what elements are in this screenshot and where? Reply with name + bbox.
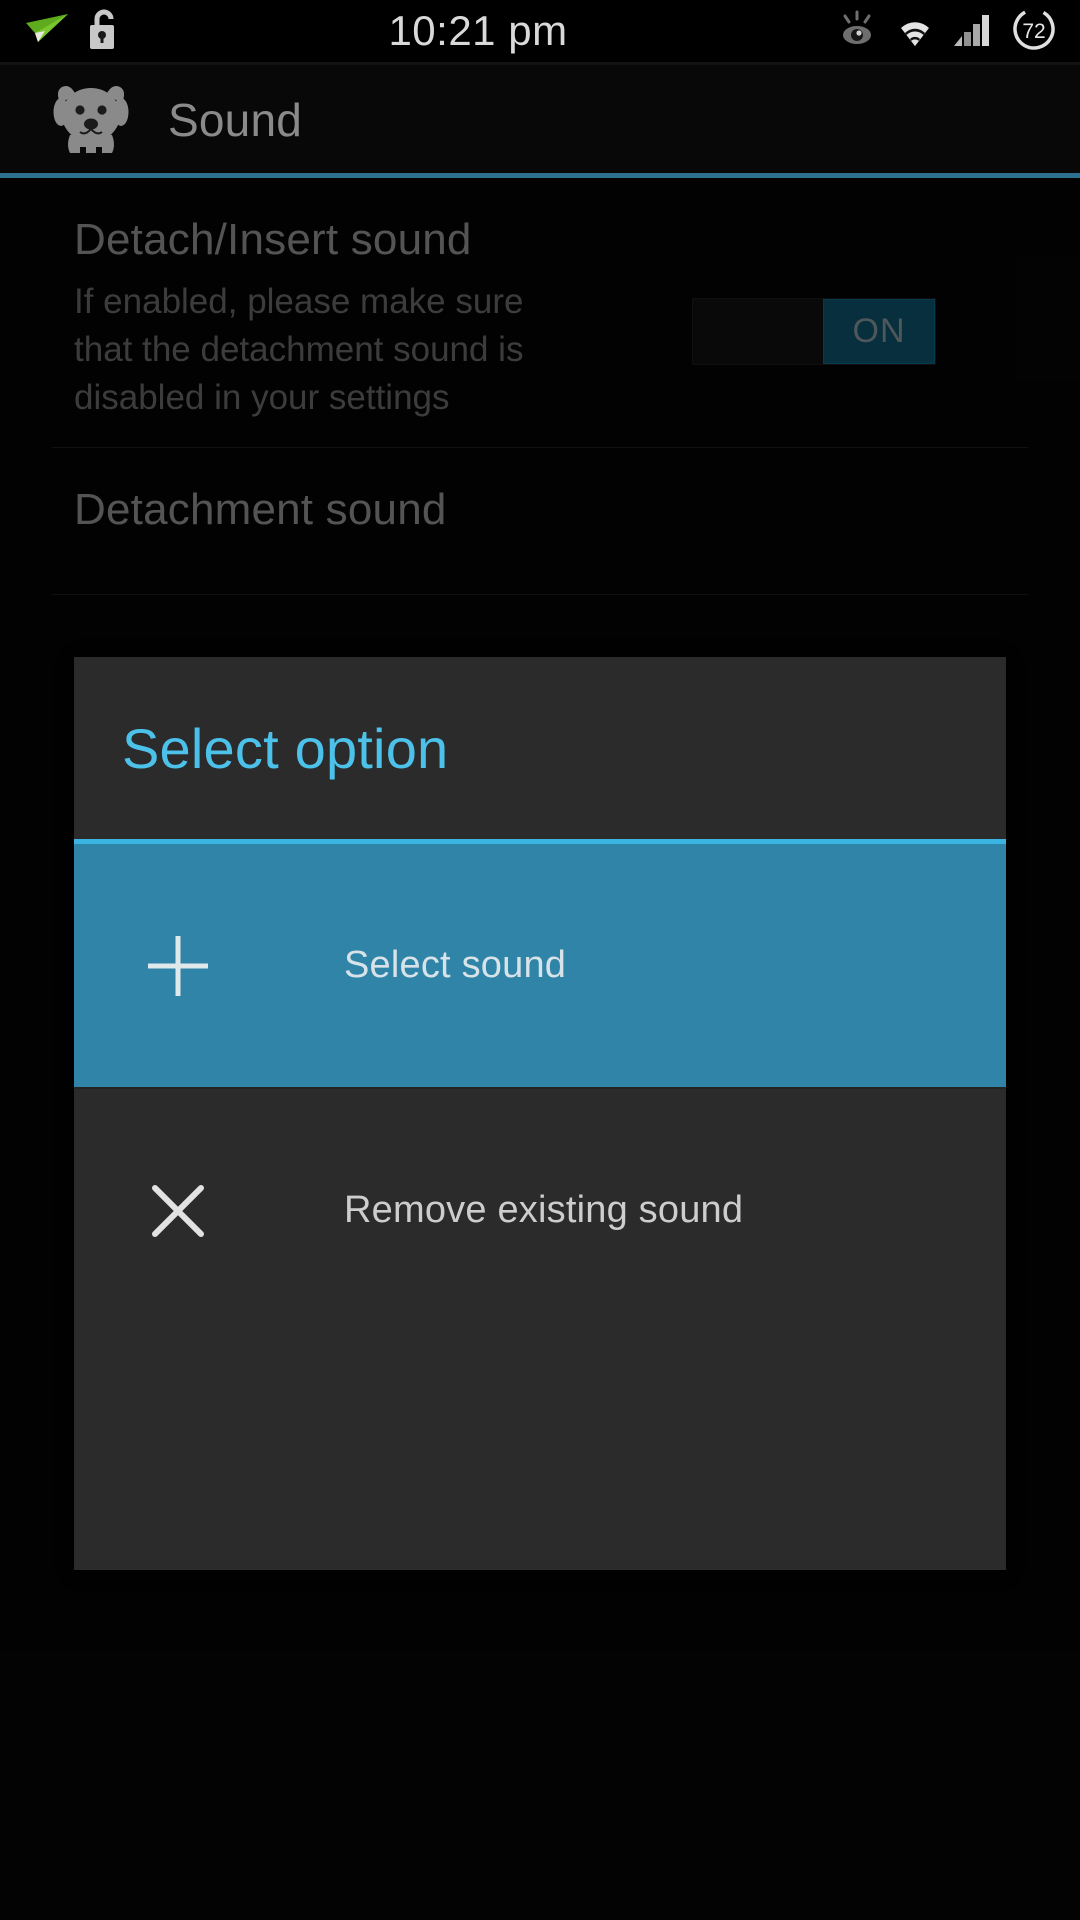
dialog-option-list: Select sound Remove existing sound	[74, 844, 1006, 1332]
dialog-option-label: Remove existing sound	[344, 1189, 744, 1231]
dialog-footer	[74, 1332, 1006, 1570]
dialog-option-select-sound[interactable]: Select sound	[74, 844, 1006, 1087]
dog-icon	[48, 75, 134, 166]
status-bar[interactable]: 10:21 pm 72	[0, 0, 1080, 62]
status-bar-clock-container: 10:21 pm	[120, 7, 836, 55]
smart-stay-eye-icon	[836, 10, 878, 53]
battery-icon: 72	[1010, 7, 1058, 56]
paper-plane-icon	[24, 12, 70, 51]
dialog-title: Select option	[122, 716, 449, 780]
dialog-option-label: Select sound	[344, 944, 567, 986]
unlock-icon	[88, 7, 120, 56]
wifi-icon	[892, 10, 938, 53]
action-bar[interactable]: Sound	[0, 65, 1080, 175]
plus-icon	[140, 928, 250, 1004]
page-title: Sound	[168, 94, 303, 146]
dialog-header: Select option	[74, 657, 1006, 839]
dialog-option-remove-existing-sound[interactable]: Remove existing sound	[74, 1089, 1006, 1332]
status-bar-clock: 10:21 pm	[388, 7, 568, 54]
status-bar-left-icons	[24, 7, 120, 56]
cellular-signal-icon	[952, 10, 996, 53]
battery-percent-label: 72	[1022, 20, 1045, 43]
close-x-icon	[140, 1173, 250, 1249]
status-bar-right-icons: 72	[836, 7, 1058, 56]
select-option-dialog: Select option Select sound Remove existi…	[74, 657, 1006, 1570]
